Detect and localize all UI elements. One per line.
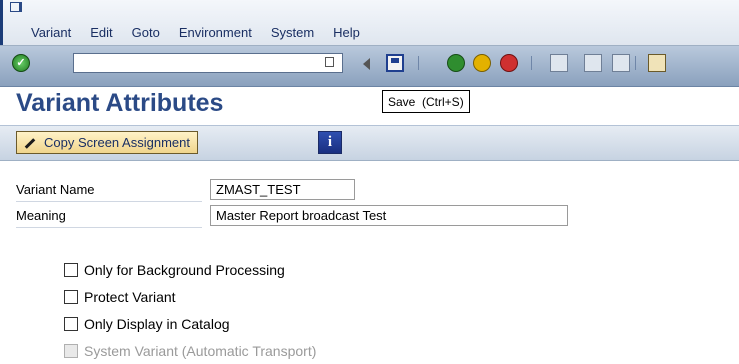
page-title: Variant Attributes bbox=[16, 89, 224, 117]
enter-icon[interactable]: ✓ bbox=[12, 54, 30, 72]
meaning-label: Meaning bbox=[16, 208, 66, 223]
save-tooltip: Save (Ctrl+S) bbox=[382, 90, 470, 113]
system-variant-label: System Variant (Automatic Transport) bbox=[84, 343, 317, 359]
standard-toolbar: ✓ bbox=[0, 46, 739, 87]
copy-screen-assignment-button[interactable]: Copy Screen Assignment bbox=[16, 131, 198, 154]
new-session-icon[interactable] bbox=[648, 54, 666, 72]
save-icon[interactable] bbox=[386, 54, 404, 72]
command-history-icon[interactable] bbox=[325, 57, 334, 67]
info-icon[interactable]: i bbox=[318, 131, 342, 154]
menu-items: Variant Edit Goto Environment System Hel… bbox=[31, 25, 379, 40]
cancel-icon[interactable] bbox=[500, 54, 518, 72]
print-icon[interactable] bbox=[550, 54, 568, 72]
only-display-catalog-option[interactable]: Only Display in Catalog bbox=[64, 316, 230, 332]
variant-name-label: Variant Name bbox=[16, 182, 95, 197]
application-toolbar: Copy Screen Assignment i bbox=[0, 125, 739, 161]
system-variant-checkbox bbox=[64, 344, 78, 358]
system-variant-option: System Variant (Automatic Transport) bbox=[64, 343, 316, 359]
menu-help[interactable]: Help bbox=[333, 25, 360, 40]
menu-bar: Variant Edit Goto Environment System Hel… bbox=[0, 0, 739, 46]
background-processing-option[interactable]: Only for Background Processing bbox=[64, 262, 285, 278]
menu-environment[interactable]: Environment bbox=[179, 25, 252, 40]
only-display-catalog-label: Only Display in Catalog bbox=[84, 316, 230, 332]
menu-system[interactable]: System bbox=[271, 25, 314, 40]
menu-edit[interactable]: Edit bbox=[90, 25, 112, 40]
pencil-icon bbox=[22, 136, 36, 150]
back-icon[interactable] bbox=[447, 54, 465, 72]
variant-name-field[interactable]: ZMAST_TEST bbox=[210, 179, 355, 200]
back-arrow-icon[interactable] bbox=[363, 58, 370, 70]
toolbar-separator bbox=[635, 56, 636, 70]
field-separator bbox=[16, 227, 202, 228]
find-next-icon[interactable] bbox=[612, 54, 630, 72]
command-field[interactable] bbox=[73, 53, 343, 73]
exit-icon[interactable] bbox=[473, 54, 491, 72]
system-menu-icon[interactable] bbox=[10, 2, 22, 12]
find-icon[interactable] bbox=[584, 54, 602, 72]
protect-variant-label: Protect Variant bbox=[84, 289, 176, 305]
background-processing-checkbox[interactable] bbox=[64, 263, 78, 277]
window-edge bbox=[0, 0, 3, 45]
background-processing-label: Only for Background Processing bbox=[84, 262, 285, 278]
toolbar-separator bbox=[531, 56, 532, 70]
copy-screen-assignment-label: Copy Screen Assignment bbox=[44, 135, 190, 150]
meaning-field[interactable]: Master Report broadcast Test bbox=[210, 205, 568, 226]
protect-variant-option[interactable]: Protect Variant bbox=[64, 289, 176, 305]
menu-variant[interactable]: Variant bbox=[31, 25, 71, 40]
menu-goto[interactable]: Goto bbox=[132, 25, 160, 40]
only-display-catalog-checkbox[interactable] bbox=[64, 317, 78, 331]
protect-variant-checkbox[interactable] bbox=[64, 290, 78, 304]
field-separator bbox=[16, 201, 202, 202]
toolbar-separator bbox=[418, 56, 419, 70]
